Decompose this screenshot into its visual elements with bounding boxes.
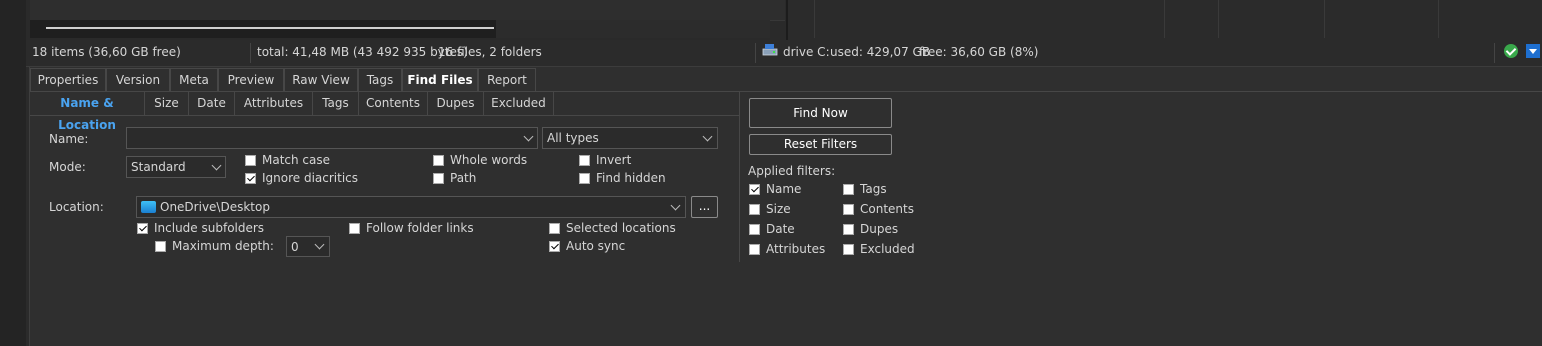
tab-preview[interactable]: Preview (218, 68, 284, 91)
match-case-label[interactable]: Match case (262, 153, 330, 167)
column-separator (1218, 0, 1219, 38)
find-hidden-checkbox[interactable] (579, 173, 590, 184)
horizontal-scrollbar[interactable] (30, 20, 770, 38)
applied-filters-label: Applied filters: (748, 164, 836, 178)
filter-date-checkbox[interactable] (749, 224, 760, 235)
filter-size-checkbox[interactable] (749, 204, 760, 215)
filter-dupes-checkbox[interactable] (843, 224, 854, 235)
name-label: Name: (49, 132, 89, 146)
filter-contents-checkbox[interactable] (843, 204, 854, 215)
drive-icon (762, 44, 778, 56)
reset-filters-button[interactable]: Reset Filters (749, 134, 892, 155)
tab-properties[interactable]: Properties (30, 68, 106, 91)
auto-sync-checkbox[interactable] (549, 241, 560, 252)
filter-date-label[interactable]: Date (766, 222, 795, 236)
mode-select[interactable]: Standard (126, 156, 226, 178)
status-drive: drive C: (783, 45, 830, 59)
left-edge (0, 0, 26, 346)
subtab-date[interactable]: Date (189, 92, 235, 115)
column-separator (1324, 0, 1325, 38)
tab-find-files[interactable]: Find Files (402, 68, 478, 91)
filter-attributes-checkbox[interactable] (749, 244, 760, 255)
location-label: Location: (49, 200, 104, 214)
ignore-diacritics-checkbox[interactable] (245, 173, 256, 184)
filter-name-checkbox[interactable] (749, 184, 760, 195)
mode-label: Mode: (49, 160, 86, 174)
browse-button[interactable]: ... (691, 196, 718, 218)
status-separator (1494, 43, 1495, 63)
follow-links-checkbox[interactable] (349, 223, 360, 234)
file-list-content (30, 0, 785, 21)
include-subfolders-label[interactable]: Include subfolders (154, 221, 264, 235)
include-subfolders-checkbox[interactable] (137, 223, 148, 234)
filter-attributes-label[interactable]: Attributes (766, 242, 825, 256)
status-free: free: 36,60 GB (8%) (919, 45, 1039, 59)
status-separator (250, 43, 251, 63)
invert-checkbox[interactable] (579, 155, 590, 166)
scrollbar-thumb[interactable] (46, 27, 494, 29)
subtab-attributes[interactable]: Attributes (235, 92, 313, 115)
column-separator (1438, 0, 1439, 38)
path-checkbox[interactable] (433, 173, 444, 184)
find-hidden-label[interactable]: Find hidden (596, 171, 666, 185)
filter-contents-label[interactable]: Contents (860, 202, 914, 216)
type-select-value: All types (547, 131, 599, 145)
location-value: OneDrive\Desktop (160, 200, 270, 214)
tab-report[interactable]: Report (478, 68, 536, 91)
status-used: used: 429,07 GB (830, 45, 931, 59)
panel-divider (739, 92, 740, 262)
max-depth-label[interactable]: Maximum depth: (172, 239, 274, 253)
whole-words-label[interactable]: Whole words (450, 153, 527, 167)
ok-icon[interactable] (1504, 44, 1518, 58)
filter-excluded-label[interactable]: Excluded (860, 242, 915, 256)
subtab-dupes[interactable]: Dupes (428, 92, 484, 115)
subtab-tags[interactable]: Tags (313, 92, 359, 115)
match-case-checkbox[interactable] (245, 155, 256, 166)
filter-dupes-label[interactable]: Dupes (860, 222, 898, 236)
tab-version[interactable]: Version (106, 68, 170, 91)
subtab-name-location[interactable]: Name & Location (30, 92, 145, 132)
subtab-divider (30, 115, 740, 116)
name-input[interactable] (126, 127, 538, 149)
ignore-diacritics-label[interactable]: Ignore diacritics (262, 171, 358, 185)
status-total: total: 41,48 MB (43 492 935 bytes) (257, 45, 468, 59)
status-files: 16 files, 2 folders (438, 45, 542, 59)
invert-label[interactable]: Invert (596, 153, 631, 167)
selected-locations-label[interactable]: Selected locations (566, 221, 676, 235)
selected-locations-checkbox[interactable] (549, 223, 560, 234)
find-now-button[interactable]: Find Now (749, 98, 892, 128)
right-pane (788, 0, 1542, 40)
filter-tags-checkbox[interactable] (843, 184, 854, 195)
filter-excluded-checkbox[interactable] (843, 244, 854, 255)
filter-size-label[interactable]: Size (766, 202, 791, 216)
path-label[interactable]: Path (450, 171, 476, 185)
whole-words-checkbox[interactable] (433, 155, 444, 166)
follow-links-label[interactable]: Follow folder links (366, 221, 474, 235)
column-separator (1164, 0, 1165, 38)
tab-meta[interactable]: Meta (170, 68, 218, 91)
column-separator (814, 0, 815, 38)
tab-tags[interactable]: Tags (358, 68, 402, 91)
mode-select-value: Standard (131, 160, 186, 174)
type-select[interactable]: All types (542, 127, 718, 149)
status-items: 18 items (36,60 GB free) (32, 45, 181, 59)
status-separator (755, 43, 756, 63)
subtab-contents[interactable]: Contents (359, 92, 428, 115)
scrollbar-track[interactable] (496, 20, 770, 38)
status-bar: 18 items (36,60 GB free) total: 41,48 MB… (26, 40, 1542, 67)
filter-tags-label[interactable]: Tags (860, 182, 887, 196)
auto-sync-label[interactable]: Auto sync (566, 239, 625, 253)
subtab-size[interactable]: Size (145, 92, 189, 115)
filter-name-label[interactable]: Name (766, 182, 801, 196)
subtab-excluded[interactable]: Excluded (484, 92, 554, 115)
max-depth-checkbox[interactable] (155, 241, 166, 252)
max-depth-value: 0 (291, 240, 299, 254)
max-depth-select[interactable]: 0 (286, 236, 330, 257)
dropdown-icon[interactable] (1526, 44, 1540, 58)
tab-raw-view[interactable]: Raw View (284, 68, 358, 91)
location-select[interactable]: OneDrive\Desktop (136, 196, 686, 218)
onedrive-icon (141, 201, 156, 213)
